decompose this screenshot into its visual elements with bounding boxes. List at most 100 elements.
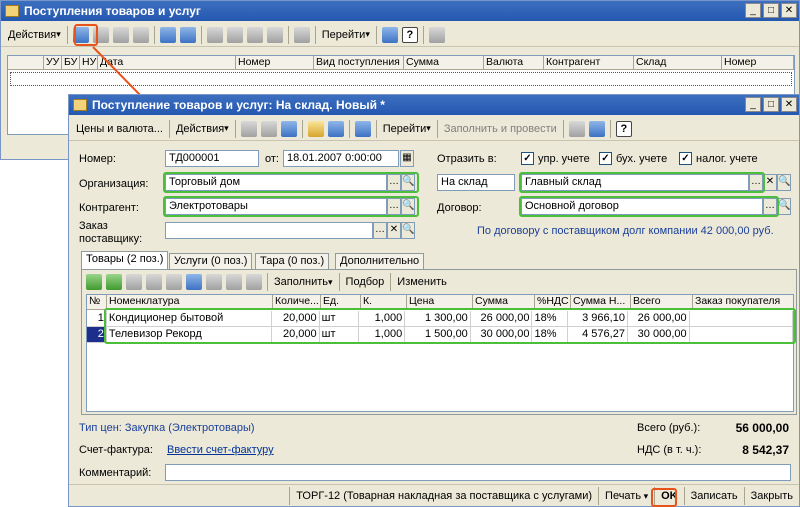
move-down-icon[interactable] (206, 274, 222, 290)
list-empty-row[interactable] (10, 72, 792, 86)
col-kind[interactable]: Вид поступления (314, 56, 404, 69)
col-nu[interactable]: НУ (80, 56, 98, 69)
print-menu[interactable]: Печать (598, 486, 654, 505)
col-total[interactable]: Всего (631, 295, 693, 309)
search-icon[interactable] (179, 26, 196, 43)
delete-row-icon[interactable] (146, 274, 162, 290)
doc-actions-menu[interactable]: Действия (173, 119, 232, 139)
add-row-icon[interactable] (86, 274, 102, 290)
col-sum[interactable]: Сумма (404, 56, 484, 69)
structure-icon[interactable] (354, 120, 371, 137)
help-icon[interactable]: ? (401, 26, 418, 43)
movements-icon[interactable] (327, 120, 344, 137)
list-view-icon[interactable] (568, 120, 585, 137)
based-on-icon[interactable] (307, 120, 324, 137)
fill-and-post-button[interactable]: Заполнить и провести (441, 119, 560, 139)
date-label: от: (265, 153, 279, 165)
warehouse-open-icon[interactable]: 🔍 (777, 174, 791, 191)
sort-asc-icon[interactable] (226, 274, 242, 290)
order-open-icon[interactable]: 🔍 (401, 222, 415, 239)
col-date[interactable]: Дата (98, 56, 236, 69)
list-window-title: Поступления товаров и услуг (24, 4, 201, 18)
refresh-icon[interactable] (381, 26, 398, 43)
col-price[interactable]: Цена (407, 295, 473, 309)
mgmt-accounting-checkbox[interactable]: ✓ (521, 152, 534, 165)
actions-menu[interactable]: Действия (5, 25, 64, 45)
tab-additional[interactable]: Дополнительно (335, 253, 425, 269)
contract-open-icon[interactable]: 🔍 (777, 198, 791, 215)
fill-menu[interactable]: Заполнить (271, 272, 336, 292)
calendar-icon[interactable]: ▦ (400, 150, 414, 167)
col-nomenclature[interactable]: Номенклатура (107, 295, 273, 309)
post-document-icon[interactable] (260, 120, 277, 137)
save-button[interactable]: Записать (683, 486, 744, 505)
document-toolbar: Цены и валюта... Действия Перейти Заполн… (69, 117, 799, 141)
col-warehouse[interactable]: Склад (634, 56, 722, 69)
col-contractor[interactable]: Контрагент (544, 56, 634, 69)
filter-list-icon[interactable] (246, 26, 263, 43)
order-select-button[interactable]: … (373, 222, 387, 239)
col-number[interactable]: Номер (236, 56, 314, 69)
col-uu[interactable]: УУ (44, 56, 62, 69)
col-vat-rate[interactable]: %НДС (535, 295, 571, 309)
print-form-link[interactable]: ТОРГ-12 (Товарная накладная за поставщик… (289, 486, 598, 505)
col-coefficient[interactable]: К. (361, 295, 407, 309)
maximize-button[interactable]: □ (763, 3, 779, 18)
print-icon[interactable] (428, 26, 445, 43)
settings-list-icon[interactable] (588, 120, 605, 137)
document-window: Поступление товаров и услуг: На склад. Н… (68, 94, 800, 507)
edit-document-icon[interactable] (112, 26, 129, 43)
order-clear-icon[interactable]: ✕ (387, 222, 401, 239)
doc-minimize-button[interactable]: _ (745, 97, 761, 112)
delete-document-icon[interactable] (132, 26, 149, 43)
col-number-2[interactable]: Номер (722, 56, 794, 69)
col-currency[interactable]: Валюта (484, 56, 544, 69)
col-quantity[interactable]: Количе... (273, 295, 321, 309)
doc-close-button[interactable]: ✕ (781, 97, 797, 112)
doc-maximize-button[interactable]: □ (763, 97, 779, 112)
col-sum[interactable]: Сумма (473, 295, 535, 309)
unpost-document-icon[interactable] (280, 120, 297, 137)
close-document-button[interactable]: Закрыть (743, 486, 799, 505)
supplier-order-field[interactable] (165, 222, 373, 239)
minimize-button[interactable]: _ (745, 3, 761, 18)
filter-by-value-icon[interactable] (226, 26, 243, 43)
col-customer-order[interactable]: Заказ покупателя (693, 295, 793, 309)
accounting-checkbox[interactable]: ✓ (599, 152, 612, 165)
tab-services[interactable]: Услуги (0 поз.) (169, 253, 253, 269)
set-interval-icon[interactable] (159, 26, 176, 43)
price-type-link[interactable]: Тип цен: Закупка (Электротовары) (79, 422, 255, 434)
close-button[interactable]: ✕ (781, 3, 797, 18)
selection-button[interactable]: Подбор (343, 272, 388, 292)
col-unit[interactable]: Ед. (321, 295, 361, 309)
tax-accounting-checkbox[interactable]: ✓ (679, 152, 692, 165)
debt-info-link[interactable]: По договору с поставщиком долг компании … (477, 225, 797, 237)
tab-containers[interactable]: Тара (0 поз.) (255, 253, 330, 269)
doc-help-icon[interactable]: ? (615, 120, 632, 137)
post-icon[interactable] (293, 26, 310, 43)
date-field[interactable]: 18.01.2007 0:00:00 (283, 150, 399, 167)
copy-row-icon[interactable] (106, 274, 122, 290)
contractor-label: Контрагент: (79, 202, 139, 214)
tab-goods[interactable]: Товары (2 поз.) (81, 251, 169, 269)
col-bu[interactable]: БУ (62, 56, 80, 69)
number-field[interactable]: ТД000001 (165, 150, 259, 167)
comment-field[interactable] (165, 464, 791, 481)
col-n[interactable]: № (87, 295, 107, 309)
edit-row-icon[interactable] (126, 274, 142, 290)
clear-filter-icon[interactable] (266, 26, 283, 43)
prices-currency-button[interactable]: Цены и валюта... (73, 119, 166, 139)
doc-goto-menu[interactable]: Перейти (380, 119, 434, 139)
change-button[interactable]: Изменить (394, 272, 450, 292)
goto-menu[interactable]: Перейти (319, 25, 373, 45)
end-edit-icon[interactable] (166, 274, 182, 290)
total-label: Всего (руб.): (637, 422, 701, 434)
operation-kind-field[interactable]: На склад (437, 174, 515, 191)
filter-icon[interactable] (206, 26, 223, 43)
move-up-icon[interactable] (186, 274, 202, 290)
col-vat-sum[interactable]: Сумма Н... (571, 295, 631, 309)
move-icon[interactable] (240, 120, 257, 137)
sort-desc-icon[interactable] (246, 274, 262, 290)
enter-invoice-link[interactable]: Ввести счет-фактуру (167, 444, 274, 456)
warehouse-clear-icon[interactable]: ✕ (763, 174, 777, 191)
